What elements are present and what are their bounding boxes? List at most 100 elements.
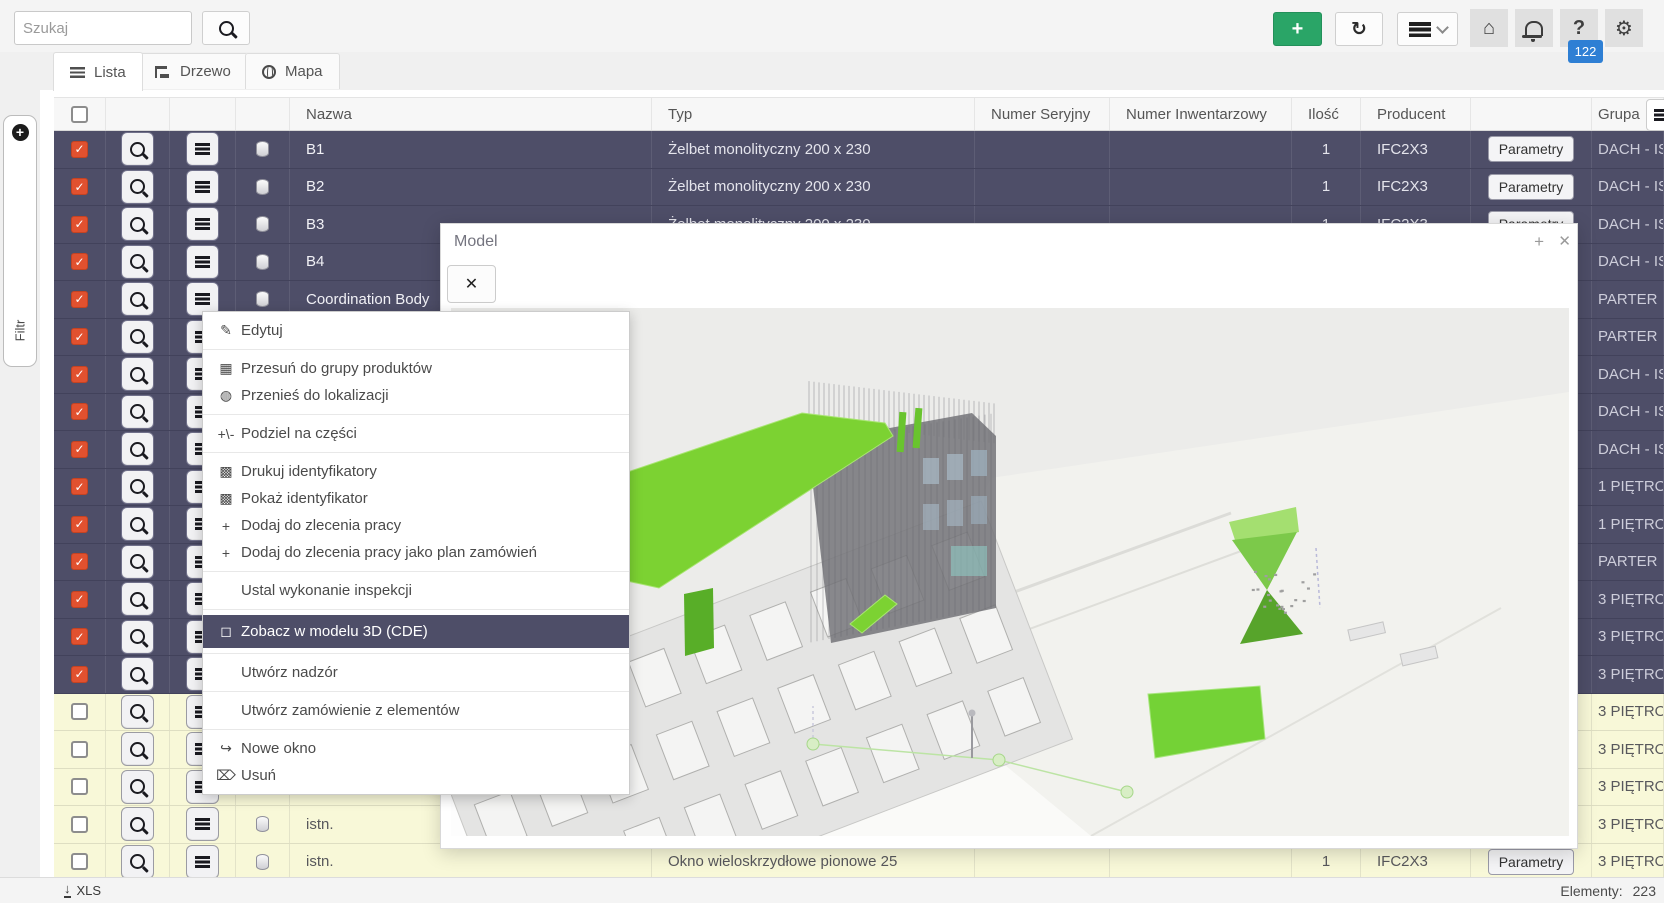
row-menu-cell: [170, 806, 236, 843]
row-checkbox[interactable]: ✓: [71, 553, 88, 570]
column-header-qty[interactable]: Ilość: [1292, 98, 1361, 130]
context-menu-item[interactable]: ◍Przenieś do lokalizacji: [203, 382, 629, 409]
context-menu-item[interactable]: ▦Przesuń do grupy produktów: [203, 355, 629, 382]
row-detail-button[interactable]: [121, 470, 154, 504]
row-menu-button[interactable]: [186, 807, 219, 841]
row-detail-button[interactable]: [121, 657, 154, 691]
clear-selection-button[interactable]: ✕: [447, 265, 496, 303]
row-zoom-cell: [106, 206, 170, 243]
refresh-button[interactable]: ↻: [1335, 12, 1383, 46]
export-xls-button[interactable]: ↓ XLS: [64, 883, 101, 898]
select-all-cell: [54, 98, 106, 130]
bulk-menu-button[interactable]: [1397, 12, 1458, 46]
row-detail-button[interactable]: [121, 245, 154, 279]
row-checkbox[interactable]: [71, 816, 88, 833]
column-settings-button[interactable]: [1646, 99, 1664, 131]
row-checkbox[interactable]: ✓: [71, 141, 88, 158]
row-detail-button[interactable]: [121, 770, 154, 804]
column-header-serial[interactable]: Numer Seryjny: [975, 98, 1110, 130]
row-detail-button[interactable]: [121, 620, 154, 654]
tab-lista[interactable]: Lista: [53, 52, 143, 91]
row-detail-button[interactable]: [121, 170, 154, 204]
column-header-name[interactable]: Nazwa: [290, 98, 652, 130]
cell-params: Parametry: [1471, 169, 1592, 206]
row-checkbox[interactable]: ✓: [71, 628, 88, 645]
notifications-button[interactable]: [1515, 9, 1553, 47]
row-checkbox[interactable]: ✓: [71, 366, 88, 383]
row-checkbox[interactable]: ✓: [71, 178, 88, 195]
dialog-close-button[interactable]: ✕: [1558, 232, 1571, 250]
row-detail-button[interactable]: [121, 545, 154, 579]
context-menu-item[interactable]: +Dodaj do zlecenia pracy jako plan zamów…: [203, 539, 629, 566]
context-menu-item[interactable]: Ustal wykonanie inspekcji: [203, 577, 629, 604]
home-button[interactable]: ⌂: [1470, 9, 1508, 47]
context-menu-item[interactable]: ▩Drukuj identyfikatory: [203, 458, 629, 485]
row-menu-button[interactable]: [186, 845, 219, 879]
row-detail-button[interactable]: [121, 282, 154, 316]
row-detail-button[interactable]: [121, 695, 154, 729]
row-checkbox[interactable]: [71, 703, 88, 720]
row-detail-button[interactable]: [121, 845, 154, 879]
settings-button[interactable]: ⚙: [1605, 9, 1643, 47]
row-checkbox[interactable]: [71, 741, 88, 758]
row-menu-button[interactable]: [186, 245, 219, 279]
new-window-icon: ↪: [215, 740, 237, 757]
row-detail-button[interactable]: [121, 807, 154, 841]
context-menu-item[interactable]: Utwórz zamówienie z elementów: [203, 697, 629, 724]
filter-panel-toggle[interactable]: + Filtr: [3, 115, 37, 367]
cell-group: 3 PIĘTRO: [1592, 656, 1664, 693]
row-detail-button[interactable]: [121, 395, 154, 429]
dialog-title: Model: [454, 233, 498, 251]
select-all-checkbox[interactable]: [71, 106, 88, 123]
row-detail-button[interactable]: [121, 320, 154, 354]
row-checkbox[interactable]: [71, 778, 88, 795]
row-checkbox[interactable]: ✓: [71, 591, 88, 608]
row-checkbox[interactable]: ✓: [71, 328, 88, 345]
column-header-inventory[interactable]: Numer Inwentarzowy: [1110, 98, 1292, 130]
row-checkbox[interactable]: ✓: [71, 216, 88, 233]
row-menu-button[interactable]: [186, 170, 219, 204]
row-menu-cell: [170, 206, 236, 243]
parameters-button[interactable]: Parametry: [1488, 174, 1575, 200]
row-zoom-cell: [106, 506, 170, 543]
row-detail-button[interactable]: [121, 507, 154, 541]
search-input[interactable]: [14, 11, 192, 45]
row-menu-button[interactable]: [186, 132, 219, 166]
dialog-maximize-button[interactable]: +: [1534, 232, 1544, 252]
row-detail-button[interactable]: [121, 207, 154, 241]
row-checkbox[interactable]: ✓: [71, 516, 88, 533]
row-detail-button[interactable]: [121, 732, 154, 766]
context-menu-item[interactable]: ✎Edytuj: [203, 317, 629, 344]
row-detail-button[interactable]: [121, 432, 154, 466]
row-detail-button[interactable]: [121, 357, 154, 391]
row-checkbox[interactable]: ✓: [71, 666, 88, 683]
tab-mapa[interactable]: Mapa: [245, 53, 340, 89]
row-detail-button[interactable]: [121, 132, 154, 166]
row-checkbox[interactable]: [71, 853, 88, 870]
context-menu-item[interactable]: ⌦Usuń: [203, 762, 629, 789]
row-checkbox[interactable]: ✓: [71, 403, 88, 420]
context-menu-item[interactable]: +\-Podziel na części: [203, 420, 629, 447]
context-menu-item[interactable]: Utwórz nadzór: [203, 659, 629, 686]
row-detail-button[interactable]: [121, 582, 154, 616]
menu-separator: [203, 729, 629, 730]
context-menu-item[interactable]: +Dodaj do zlecenia pracy: [203, 512, 629, 539]
row-checkbox[interactable]: ✓: [71, 253, 88, 270]
row-menu-button[interactable]: [186, 207, 219, 241]
add-button[interactable]: +: [1273, 12, 1322, 46]
row-checkbox[interactable]: ✓: [71, 291, 88, 308]
search-button[interactable]: [202, 11, 250, 45]
row-checkbox[interactable]: ✓: [71, 478, 88, 495]
magnifier-icon: [130, 404, 145, 419]
column-header-producer[interactable]: Producent: [1361, 98, 1471, 130]
magnifier-icon: [130, 442, 145, 457]
context-menu-item[interactable]: ▩Pokaż identyfikator: [203, 485, 629, 512]
context-menu-item[interactable]: ◻Zobacz w modelu 3D (CDE): [203, 615, 629, 648]
tab-drzewo[interactable]: Drzewo: [138, 53, 248, 89]
parameters-button[interactable]: Parametry: [1488, 136, 1575, 162]
gear-icon: ⚙: [1615, 16, 1633, 41]
context-menu-item[interactable]: ↪Nowe okno: [203, 735, 629, 762]
column-header-type[interactable]: Typ: [652, 98, 975, 130]
row-checkbox[interactable]: ✓: [71, 441, 88, 458]
parameters-button[interactable]: Parametry: [1488, 849, 1575, 875]
